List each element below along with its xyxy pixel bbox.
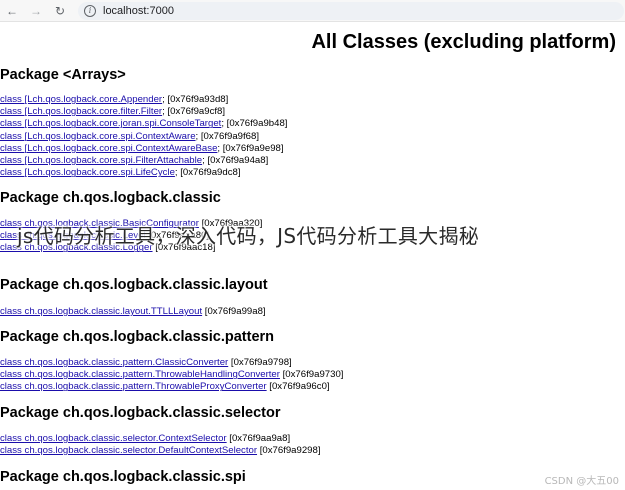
class-link[interactable]: class [Lch.qos.logback.core.filter.Filte… xyxy=(0,106,162,117)
list-item: class [Lch.qos.logback.core.spi.ContextA… xyxy=(0,143,287,155)
list-item: class [Lch.qos.logback.core.spi.FilterAt… xyxy=(0,155,287,167)
list-item: class ch.qos.logback.classic.selector.De… xyxy=(0,445,321,457)
class-address: ; [0x76f9a9e98] xyxy=(217,142,284,154)
list-item: class ch.qos.logback.classic.pattern.Cla… xyxy=(0,357,343,369)
class-link[interactable]: class ch.qos.logback.classic.selector.De… xyxy=(0,445,257,456)
class-address: [0x76f9a99a8] xyxy=(202,306,266,317)
class-address: ; [0x76f9a9dc8] xyxy=(174,167,241,179)
class-address: [0x76f9a9730] xyxy=(279,369,344,381)
address-bar[interactable]: i localhost:7000 xyxy=(78,1,624,20)
class-address: ; [0x76f9a94a8] xyxy=(202,155,269,167)
list-item: class ch.qos.logback.classic.pattern.Thr… xyxy=(0,369,343,381)
class-link[interactable]: class [Lch.qos.logback.core.spi.LifeCycl… xyxy=(0,167,175,178)
class-address: ; [0x76f9a93d8] xyxy=(162,94,229,105)
site-info-icon[interactable]: i xyxy=(84,4,96,17)
browser-toolbar: ← → ↻ i localhost:7000 xyxy=(0,0,625,22)
class-list: class ch.qos.logback.classic.pattern.Cla… xyxy=(0,357,343,394)
list-item: class [Lch.qos.logback.core.spi.ContextA… xyxy=(0,131,287,143)
class-address: [0x76f9a96c0] xyxy=(266,381,330,393)
overlay-caption: js代码分析工具，深入代码，JS代码分析工具大揭秘 xyxy=(17,224,480,248)
package-heading: Package ch.qos.logback.classic xyxy=(0,190,221,206)
class-list: class ch.qos.logback.classic.selector.Co… xyxy=(0,433,321,457)
package-heading: Package <Arrays> xyxy=(0,67,126,83)
list-item: class ch.qos.logback.classic.layout.TTLL… xyxy=(0,306,266,318)
package-heading: Package ch.qos.logback.classic.spi xyxy=(0,469,246,485)
class-link[interactable]: class [Lch.qos.logback.core.Appender xyxy=(0,94,162,105)
back-arrow-icon[interactable]: ← xyxy=(0,1,24,21)
class-list: class ch.qos.logback.classic.layout.TTLL… xyxy=(0,306,266,318)
package-heading: Package ch.qos.logback.classic.pattern xyxy=(0,329,275,345)
class-link[interactable]: class [Lch.qos.logback.core.spi.FilterAt… xyxy=(0,155,202,166)
class-address: [0x76f9a9798] xyxy=(228,357,292,368)
class-link[interactable]: class ch.qos.logback.classic.selector.Co… xyxy=(0,433,227,444)
class-link[interactable]: class ch.qos.logback.classic.layout.TTLL… xyxy=(0,306,202,317)
class-link[interactable]: class [Lch.qos.logback.core.spi.ContextA… xyxy=(0,131,196,142)
class-address: [0x76f9aa9a8] xyxy=(226,433,291,444)
reload-icon[interactable]: ↻ xyxy=(48,1,72,21)
list-item: class ch.qos.logback.classic.pattern.Thr… xyxy=(0,381,343,393)
class-address: ; [0x76f9a9cf8] xyxy=(162,106,226,118)
list-item: class [Lch.qos.logback.core.spi.LifeCycl… xyxy=(0,167,287,179)
page-title: All Classes (excluding platform) xyxy=(311,31,616,53)
page-content: All Classes (excluding platform) Package… xyxy=(0,22,625,490)
class-list: class [Lch.qos.logback.core.Appender; [0… xyxy=(0,94,287,179)
class-link[interactable]: class [Lch.qos.logback.core.spi.ContextA… xyxy=(0,143,217,154)
list-item: class [Lch.qos.logback.core.joran.spi.Co… xyxy=(0,118,287,130)
class-link[interactable]: class ch.qos.logback.classic.pattern.Cla… xyxy=(0,357,228,368)
forward-arrow-icon[interactable]: → xyxy=(24,1,48,21)
list-item: class [Lch.qos.logback.core.Appender; [0… xyxy=(0,94,287,106)
class-address: ; [0x76f9a9b48] xyxy=(221,118,288,130)
watermark: CSDN @大五00 xyxy=(544,476,619,487)
class-link[interactable]: class [Lch.qos.logback.core.joran.spi.Co… xyxy=(0,118,221,129)
list-item: class ch.qos.logback.classic.selector.Co… xyxy=(0,433,321,445)
url-text: localhost:7000 xyxy=(103,4,174,17)
list-item: class [Lch.qos.logback.core.filter.Filte… xyxy=(0,106,287,118)
package-heading: Package ch.qos.logback.classic.layout xyxy=(0,277,268,293)
class-link[interactable]: class ch.qos.logback.classic.pattern.Thr… xyxy=(0,369,280,380)
class-link[interactable]: class ch.qos.logback.classic.pattern.Thr… xyxy=(0,381,267,392)
package-heading: Package ch.qos.logback.classic.selector xyxy=(0,405,281,421)
class-address: ; [0x76f9a9f68] xyxy=(195,130,260,142)
class-address: [0x76f9a9298] xyxy=(257,445,321,457)
